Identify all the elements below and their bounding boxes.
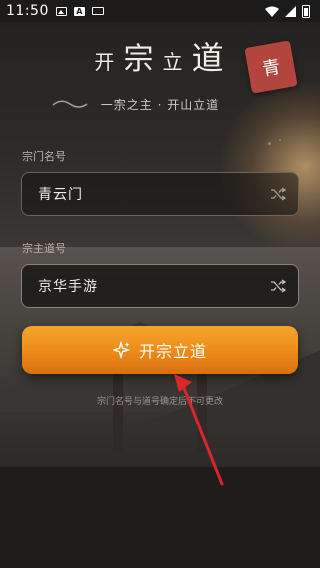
master-title-field[interactable]: 京华手游 — [21, 264, 299, 308]
pointer-arrow-icon — [174, 374, 224, 486]
found-sect-button[interactable]: 开宗立道 — [22, 326, 298, 374]
title-char: 开 — [94, 50, 117, 74]
found-sect-button-label: 开宗立道 — [138, 342, 207, 361]
signal-icon — [285, 5, 296, 17]
keyboard-notification-icon — [91, 7, 104, 15]
sect-name-label: 宗门名号 — [22, 150, 66, 163]
shuffle-icon[interactable] — [270, 186, 286, 202]
battery-icon — [302, 4, 310, 18]
star-dot — [279, 139, 281, 141]
sparkle-icon — [112, 341, 131, 359]
shuffle-icon[interactable] — [270, 278, 286, 294]
sect-name-field[interactable]: 青云门 — [21, 172, 299, 216]
bg-low — [0, 467, 320, 568]
sect-name-value: 青云门 — [38, 187, 83, 203]
hint-text: 宗门名号与道号确定后不可更改 — [96, 397, 223, 407]
image-notification-icon — [55, 6, 67, 16]
title-char: 立 — [162, 50, 185, 74]
status-left: 11:50 A — [6, 3, 104, 19]
star-dot — [268, 142, 271, 145]
wifi-icon — [265, 6, 279, 17]
app-notification-icon: A — [73, 6, 85, 16]
seal-badge: 青 — [244, 40, 298, 94]
master-title-value: 京华手游 — [38, 279, 98, 295]
status-time: 11:50 — [6, 3, 49, 19]
master-title-label: 宗主道号 — [22, 242, 66, 255]
title-char: 宗 — [123, 42, 156, 77]
page-subtitle: 一宗之主 · 开山立道 — [100, 98, 220, 112]
title-char: 道 — [191, 39, 226, 77]
status-bar: 11:50 A — [0, 0, 320, 22]
status-right — [265, 4, 310, 18]
